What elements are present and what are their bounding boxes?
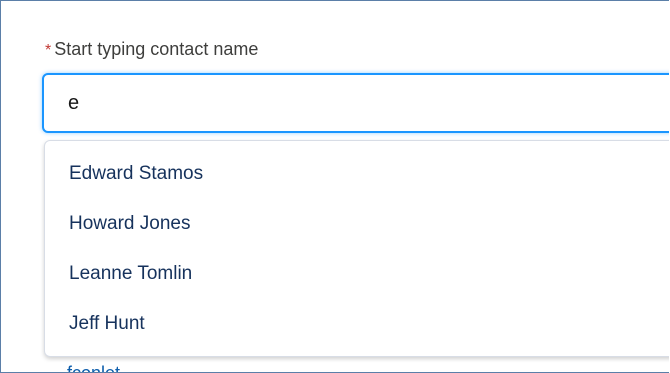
partially-hidden-link[interactable]: fconlet bbox=[67, 363, 120, 372]
contact-name-input[interactable] bbox=[42, 73, 669, 133]
required-indicator: * bbox=[45, 42, 52, 59]
suggestion-jeff-hunt[interactable]: Jeff Hunt bbox=[45, 299, 669, 349]
suggestion-edward-stamos[interactable]: Edward Stamos bbox=[45, 149, 669, 199]
suggestion-leanne-tomlin[interactable]: Leanne Tomlin bbox=[45, 249, 669, 299]
contact-suggestions-dropdown: Edward Stamos Howard Jones Leanne Tomlin… bbox=[44, 140, 669, 357]
contact-field-label-text: Start typing contact name bbox=[54, 39, 259, 59]
suggestion-howard-jones[interactable]: Howard Jones bbox=[45, 199, 669, 249]
contact-lookup-panel: *Start typing contact name Edward Stamos… bbox=[0, 0, 669, 373]
contact-field-label: * Start typing contact name bbox=[45, 39, 258, 60]
